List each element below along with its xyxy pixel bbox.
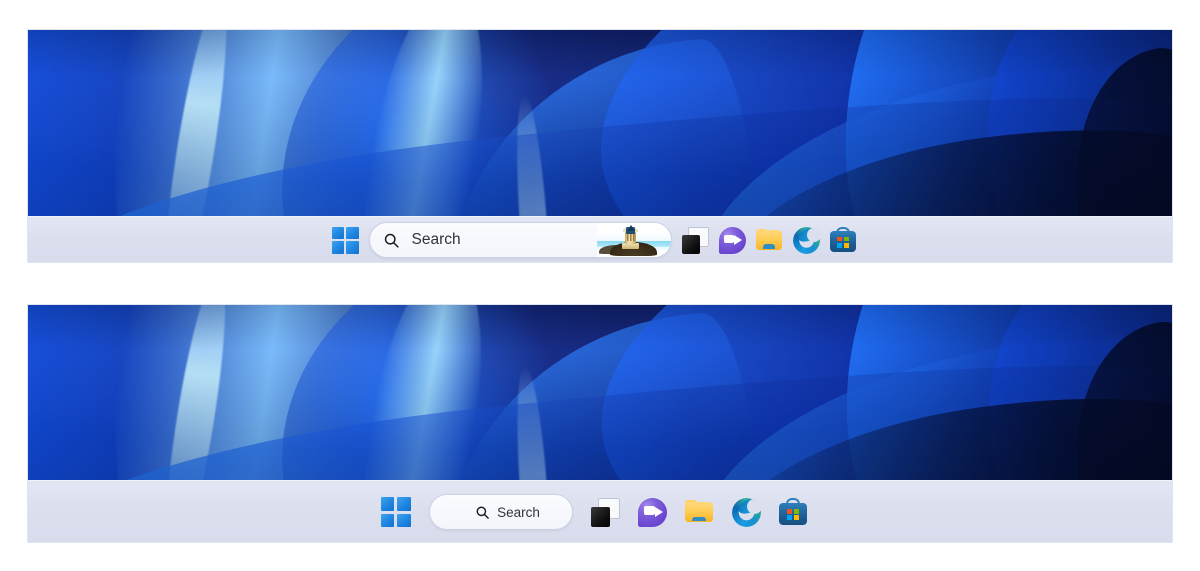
- windows-logo-icon: [397, 497, 411, 511]
- windows-logo-icon: [346, 226, 359, 239]
- chat-icon: [734, 235, 743, 246]
- microsoft-store-button[interactable]: [830, 227, 857, 254]
- search-icon: [476, 506, 489, 519]
- task-view-icon: [590, 506, 611, 527]
- desktop-panel-bottom: Search: [28, 305, 1172, 542]
- file-explorer-button[interactable]: [685, 498, 714, 527]
- windows-11-bloom-wallpaper: [28, 30, 1172, 216]
- chat-button[interactable]: [637, 497, 667, 527]
- search-icon: [384, 233, 399, 248]
- microsoft-store-icon: [837, 236, 849, 248]
- edge-button[interactable]: [731, 497, 762, 527]
- task-view-icon: [681, 235, 700, 254]
- file-explorer-icon: [762, 244, 776, 249]
- windows-logo-icon: [380, 513, 394, 527]
- file-explorer-button[interactable]: [756, 227, 783, 254]
- search-input[interactable]: Search: [428, 494, 573, 530]
- chat-icon: [654, 506, 663, 517]
- windows-11-bloom-wallpaper: [28, 305, 1172, 480]
- chat-icon: [724, 234, 735, 243]
- desktop-panel-top: Search: [28, 30, 1172, 262]
- windows-logo-icon: [397, 513, 411, 527]
- windows-logo-icon: [331, 226, 344, 239]
- windows-logo-icon: [346, 241, 359, 254]
- screenshot-stage: Search Search: [0, 0, 1200, 571]
- task-view-button[interactable]: [590, 497, 620, 527]
- search-input[interactable]: Search: [368, 222, 672, 258]
- taskbar-bottom: Search: [28, 480, 1172, 542]
- edge-button[interactable]: [792, 226, 821, 254]
- task-view-button[interactable]: [681, 226, 709, 254]
- windows-logo-icon: [380, 497, 394, 511]
- start-button[interactable]: [380, 497, 411, 527]
- taskbar-top: Search: [28, 216, 1172, 262]
- chat-button[interactable]: [718, 226, 746, 254]
- lighthouse-thumbnail: [596, 223, 671, 257]
- search-placeholder: Search: [497, 504, 540, 520]
- start-button[interactable]: [331, 226, 359, 254]
- file-explorer-icon: [692, 516, 706, 522]
- windows-logo-icon: [331, 241, 344, 254]
- chat-icon: [643, 506, 655, 516]
- microsoft-store-icon: [786, 508, 800, 521]
- search-placeholder: Search: [411, 231, 461, 248]
- microsoft-store-button[interactable]: [779, 498, 808, 527]
